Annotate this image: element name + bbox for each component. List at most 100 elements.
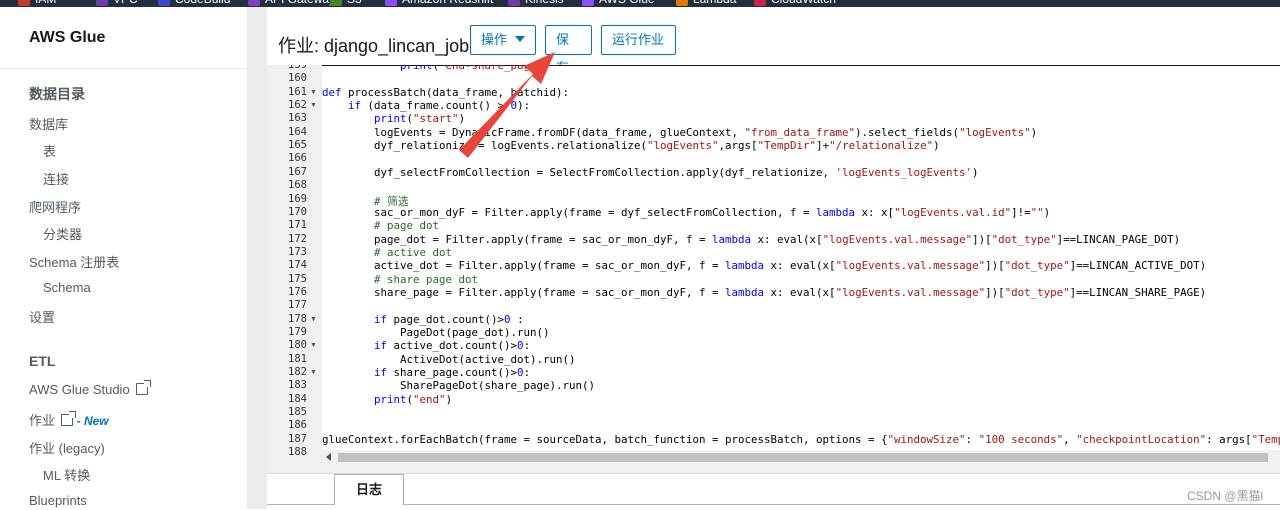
sidebar-item-tables[interactable]: 表 (43, 141, 56, 160)
horizontal-scrollbar[interactable] (322, 450, 1280, 465)
bookmark-icon (158, 0, 170, 6)
bookmark-item[interactable]: Lambda (676, 0, 736, 6)
bookmark-label: S3 (347, 0, 362, 6)
chevron-down-icon (515, 36, 526, 42)
bookmark-label: Lambda (693, 0, 736, 6)
line-number: 161 (288, 85, 307, 98)
sidebar: AWS Glue 数据目录 数据库 表 连接 爬网程序 分类器 Schema 注… (0, 7, 247, 509)
sidebar-heading-data-catalog: 数据目录 (29, 86, 85, 102)
sidebar-item-databases[interactable]: 数据库 (29, 114, 68, 133)
code-line[interactable]: print("end") (322, 393, 452, 406)
code-line[interactable]: print("start") (322, 112, 465, 125)
bookmark-item[interactable]: VPC (96, 0, 138, 6)
bookmark-item[interactable]: API Gateway (248, 0, 335, 6)
script-editor[interactable]: 159 print("end-share_page") 160 161 ▼ def pr… (267, 65, 1280, 465)
bookmark-item[interactable]: Kinesis (508, 0, 564, 6)
code-line[interactable]: sac_or_mon_dyF = Filter.apply(frame = dy… (322, 206, 1050, 219)
sidebar-item-jobs[interactable]: 作业 - New (29, 410, 109, 429)
resize-grip (247, 7, 267, 509)
code-line[interactable]: logEvents = DynamicFrame.fromDF(data_fra… (322, 126, 1037, 139)
line-number: 185 (288, 406, 307, 419)
bookmark-label: CodeBuild (175, 0, 230, 6)
save-button[interactable]: 保存 (545, 25, 592, 75)
main-content: 作业: django_lincan_job 操作 保存 运行作业 159 pri… (267, 7, 1280, 510)
line-number: 180 (288, 339, 307, 352)
actions-dropdown-button[interactable]: 操作 (470, 25, 536, 55)
sidebar-item-label: 作业 (29, 413, 56, 428)
bookmark-icon (582, 0, 594, 6)
scroll-left-icon[interactable] (326, 453, 331, 461)
fold-toggle-icon[interactable]: ▼ (310, 342, 317, 349)
sidebar-item-glue-studio[interactable]: AWS Glue Studio (29, 380, 151, 397)
sidebar-item-classifiers[interactable]: 分类器 (43, 224, 82, 243)
code-line[interactable]: active_dot = Filter.apply(frame = sac_or… (322, 259, 1206, 272)
bookmark-item[interactable]: CloudWatch (754, 0, 836, 6)
sidebar-divider (0, 68, 247, 69)
bookmark-item[interactable]: CodeBuild (158, 0, 230, 6)
bookmark-label: AWS Glue (599, 0, 655, 6)
code-line[interactable]: dyf_selectFromCollection = SelectFromCol… (322, 166, 979, 179)
line-number: 175 (288, 272, 307, 285)
line-number: 188 (288, 446, 307, 459)
line-number: 167 (288, 165, 307, 178)
code-line[interactable]: def processBatch(data_frame, batchid): (322, 86, 569, 99)
line-number: 178 (288, 312, 307, 325)
sidebar-item-schemas[interactable]: Schema (43, 280, 91, 295)
editor-footer (267, 465, 1280, 473)
fold-toggle-icon[interactable]: ▼ (310, 102, 317, 109)
bookmark-item[interactable]: IAM (18, 0, 56, 6)
sidebar-item-settings[interactable]: 设置 (29, 307, 55, 326)
code-line[interactable]: glueContext.forEachBatch(frame = sourceD… (322, 433, 1280, 446)
bookmark-label: CloudWatch (771, 0, 836, 6)
code-line[interactable]: page_dot = Filter.apply(frame = sac_or_m… (322, 233, 1180, 246)
sidebar-item-connections[interactable]: 连接 (43, 169, 69, 188)
code-line[interactable]: if (data_frame.count() > 0): (322, 99, 530, 112)
line-number: 184 (288, 392, 307, 405)
tab-logs[interactable]: 日志 (334, 474, 404, 505)
sidebar-item-jobs-legacy[interactable]: 作业 (legacy) (29, 438, 105, 457)
code-line[interactable]: dyf_relationize = logEvents.relationaliz… (322, 139, 940, 152)
line-number: 183 (288, 379, 307, 392)
line-number: 186 (288, 419, 307, 432)
sidebar-brand[interactable]: AWS Glue (29, 29, 105, 47)
fold-toggle-icon[interactable]: ▼ (310, 89, 317, 96)
code-line[interactable]: if active_dot.count()>0: (322, 339, 530, 352)
line-number: 181 (288, 352, 307, 365)
code-line[interactable]: if page_dot.count()>0 : (322, 313, 524, 326)
sidebar-item-label: AWS Glue Studio (29, 382, 130, 397)
sidebar-item-blueprints[interactable]: Blueprints (29, 493, 87, 508)
bookmark-icon (385, 0, 397, 6)
bookmark-icon (754, 0, 766, 6)
code-line[interactable]: SharePageDot(share_page).run() (322, 379, 595, 392)
code-line[interactable]: print("end-share_page") (322, 65, 550, 72)
fold-toggle-icon[interactable]: ▼ (310, 369, 317, 376)
sidebar-resize-handle[interactable] (247, 7, 267, 509)
bookmark-item[interactable]: AWS Glue (582, 0, 655, 6)
bookmark-item[interactable]: Amazon Redshift (385, 0, 493, 6)
page-title: 作业: django_lincan_job (278, 36, 470, 56)
line-number: 176 (288, 285, 307, 298)
sidebar-item-ml-transforms[interactable]: ML 转换 (43, 465, 90, 484)
code-line[interactable]: # active dot (322, 246, 452, 259)
line-number: 172 (288, 232, 307, 245)
code-line[interactable]: # share page dot (322, 273, 478, 286)
bookmark-icon (18, 0, 30, 6)
bookmark-item[interactable]: S3 (330, 0, 362, 6)
sidebar-heading-etl: ETL (29, 353, 56, 369)
code-line[interactable]: if share_page.count()>0: (322, 366, 530, 379)
line-number: 166 (288, 152, 307, 165)
scrollbar-thumb[interactable] (338, 453, 1268, 462)
line-number: 187 (288, 432, 307, 445)
sidebar-item-schema-registries[interactable]: Schema 注册表 (29, 252, 119, 271)
code-line[interactable]: ActiveDot(active_dot).run() (322, 353, 576, 366)
sidebar-item-crawlers[interactable]: 爬网程序 (29, 197, 81, 216)
fold-toggle-icon[interactable]: ▼ (310, 316, 317, 323)
bookmark-label: VPC (113, 0, 138, 6)
code-line[interactable]: # page dot (322, 219, 439, 232)
run-job-button[interactable]: 运行作业 (601, 25, 676, 55)
bottom-tabs: 日志 (267, 473, 1280, 510)
code-line[interactable]: share_page = Filter.apply(frame = sac_or… (322, 286, 1206, 299)
line-number: 173 (288, 245, 307, 258)
code-line[interactable]: PageDot(page_dot).run() (322, 326, 550, 339)
line-number: 159 (288, 65, 307, 71)
